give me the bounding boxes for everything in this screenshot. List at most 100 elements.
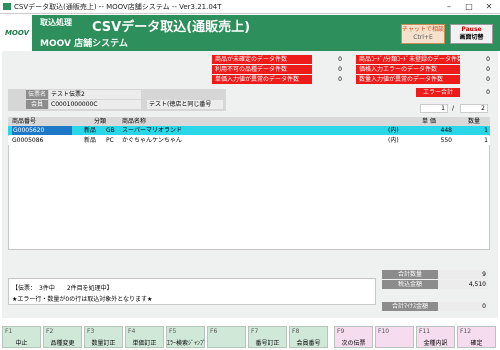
row-name: かぐちゃんケンちゃん xyxy=(122,137,182,144)
fkey-label: 金種内訳 xyxy=(423,340,448,347)
minimize-button[interactable]: – xyxy=(440,1,458,13)
f7-button[interactable]: F7 番号訂正 xyxy=(248,326,287,348)
table-row[interactable]: G0005086 新品 PC かぐちゃんケンちゃん (内) 550 1 xyxy=(8,136,490,145)
member-note: テスト(徳店と同じ番号 xyxy=(147,100,223,109)
fkey-label: 数量訂正 xyxy=(91,340,116,347)
error-total-value: 0 xyxy=(460,88,490,97)
fkey-label: 番号訂正 xyxy=(255,340,280,347)
col-price: 単 価 xyxy=(422,118,436,125)
fkey-number: F10 xyxy=(378,328,390,335)
chat-consult-button[interactable]: チャットで相談 Ctrl+E xyxy=(401,24,445,44)
table-header: 商品番号 分類 商品名称 単 価 数量 xyxy=(8,117,490,126)
moov-logo: MOOV xyxy=(4,29,30,37)
minus-total-value: 0 xyxy=(438,302,488,311)
member-value: C0001000000C xyxy=(49,100,141,109)
col-qty: 数量 xyxy=(468,118,481,125)
fkey-label: ｴﾗｰ検索ｼﾞｬﾝﾌﾟ xyxy=(167,340,207,347)
fkey-label: 確定 xyxy=(470,340,483,347)
fkey-number: F7 xyxy=(251,328,259,335)
f6-button[interactable]: F6 xyxy=(207,326,246,348)
chat-shortcut: Ctrl+E xyxy=(413,34,433,41)
fkey-number: F4 xyxy=(128,328,136,335)
fkey-number: F5 xyxy=(169,328,177,335)
tax-total-value: 4,510 xyxy=(438,280,488,289)
f8-button[interactable]: F8 会員番号 xyxy=(289,326,328,348)
minus-total-label: 合計ﾏｲﾅｽ金額 xyxy=(382,302,438,311)
page-current: 1 xyxy=(420,104,448,113)
row-cat: PC xyxy=(106,137,114,144)
page-total: 2 xyxy=(460,104,488,113)
fkey-label: 中止 xyxy=(15,340,28,347)
pause-screen-switch-button[interactable]: Pause 画面切替 xyxy=(450,24,493,44)
screen-switch-label: 画面切替 xyxy=(459,34,484,41)
fkey-number: F1 xyxy=(5,328,13,335)
fkey-number: F9 xyxy=(337,328,345,335)
fkey-label: 品種変更 xyxy=(50,340,75,347)
fkey-number: F2 xyxy=(46,328,54,335)
error-price-label: 価格入力エラーのデータ件数 xyxy=(356,65,469,74)
error-price-value: 0 xyxy=(460,65,490,74)
f1-button[interactable]: F1 中止 xyxy=(2,326,41,348)
error-unregistered-label: 商品ｺｰﾄﾞ/分類ｺｰﾄﾞ未登録のデータ件数 xyxy=(356,55,469,64)
fkey-label: 単価訂正 xyxy=(132,340,157,347)
col-code: 商品番号 xyxy=(12,118,37,125)
tax-total-label: 税込金額 xyxy=(382,280,438,289)
row-code: G0005620 xyxy=(12,126,72,135)
fkey-number: F3 xyxy=(87,328,95,335)
pause-label: Pause xyxy=(461,26,482,33)
f10-button[interactable]: F10 xyxy=(375,326,414,348)
f3-button[interactable]: F3 数量訂正 xyxy=(84,326,123,348)
f9-button[interactable]: F9 次の伝票 xyxy=(334,326,373,348)
fkey-number: F11 xyxy=(419,328,431,335)
row-qty: 1 xyxy=(484,127,488,134)
status-message-box: 【伝票： 3件中 2件目を処理中】 ★エラー行・数量が0の行は取込対象外となりま… xyxy=(8,278,376,305)
fkey-number: F8 xyxy=(292,328,300,335)
page-title: CSVデータ取込(通販売上) xyxy=(92,20,251,35)
app-icon xyxy=(3,3,11,10)
row-code: G0005086 xyxy=(12,137,44,144)
row-tax: (内) xyxy=(388,127,399,134)
table-row[interactable]: G0005620 新品 GB スーパーマリオランド (内) 448 1 xyxy=(8,126,490,135)
error-unconfirmed-value: 0 xyxy=(312,55,342,64)
f5-button[interactable]: F5 ｴﾗｰ検索ｼﾞｬﾝﾌﾟ xyxy=(166,326,207,348)
error-unitprice-label: 単価入力値が異常のデータ件数 xyxy=(212,75,325,84)
row-tax: (内) xyxy=(388,137,399,144)
error-unconfirmed-label: 商品が未確定のデータ件数 xyxy=(212,55,325,64)
maximize-button[interactable]: □ xyxy=(460,1,478,13)
error-quantity-value: 0 xyxy=(460,75,490,84)
total-qty-value: 9 xyxy=(438,270,488,279)
status-line-2: ★エラー行・数量が0の行は取込対象外となります★ xyxy=(12,296,153,303)
close-button[interactable]: ✕ xyxy=(480,1,498,13)
row-qty: 1 xyxy=(484,137,488,144)
row-cat: GB xyxy=(106,127,115,134)
page-separator: / xyxy=(452,105,455,112)
row-type: 新品 xyxy=(84,127,97,134)
fkey-label: 会員番号 xyxy=(296,340,321,347)
f2-button[interactable]: F2 品種変更 xyxy=(43,326,82,348)
f12-button[interactable]: F12 確定 xyxy=(457,326,496,348)
row-price: 550 xyxy=(440,137,452,144)
fkey-number: F12 xyxy=(460,328,472,335)
header-subtitle: 取込処理 xyxy=(40,18,72,27)
slip-name-value: テスト伝票2 xyxy=(49,90,141,99)
row-name: スーパーマリオランド xyxy=(122,127,182,134)
window-title: CSVデータ取込(通販売上) -- MOOV店舗システム -- Ver3.21.… xyxy=(14,3,222,11)
row-type: 新品 xyxy=(84,137,97,144)
fkey-number: F6 xyxy=(210,328,218,335)
function-key-bar: F1 中止 F2 品種変更 F3 数量訂正 F4 単価訂正 F5 ｴﾗｰ検索ｼﾞｬﾝﾌﾟ … xyxy=(0,326,500,348)
status-line-1: 【伝票： 3件中 2件目を処理中】 xyxy=(12,285,113,292)
chat-label: チャットで相談 xyxy=(402,26,444,33)
error-unusable-label: 利用不可の品種データ件数 xyxy=(212,65,325,74)
row-price: 448 xyxy=(440,127,452,134)
error-unusable-value: 0 xyxy=(312,65,342,74)
f11-button[interactable]: F11 金種内訳 xyxy=(416,326,455,348)
error-unitprice-value: 0 xyxy=(312,75,342,84)
total-qty-label: 合計数量 xyxy=(382,270,438,279)
slip-name-label: 伝票名 xyxy=(26,90,48,99)
error-unregistered-value: 0 xyxy=(460,55,490,64)
error-quantity-label: 数量入力値が異常のデータ件数 xyxy=(356,75,469,84)
col-name: 商品名称 xyxy=(122,118,147,125)
member-label: 会員 xyxy=(26,100,48,109)
f4-button[interactable]: F4 単価訂正 xyxy=(125,326,164,348)
error-total-label: エラー合計 xyxy=(416,88,460,97)
